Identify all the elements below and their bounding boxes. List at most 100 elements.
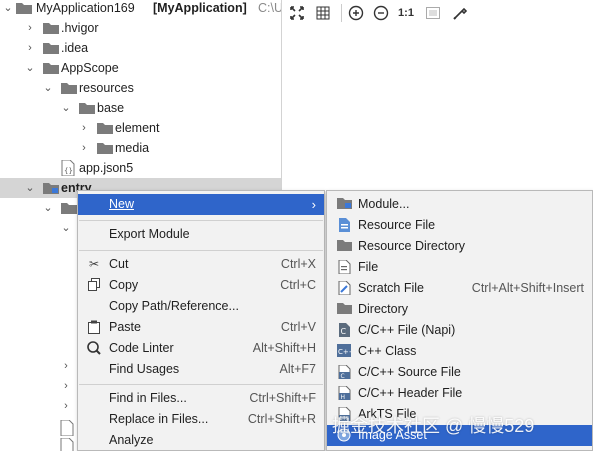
tree-item-label: .hvigor bbox=[61, 21, 99, 35]
submenu-item-label: Module... bbox=[358, 197, 410, 211]
actual-size-icon[interactable]: 1:1 bbox=[396, 3, 416, 23]
menu-item-label: Copy bbox=[109, 278, 139, 292]
submenu-item-label: Directory bbox=[358, 302, 409, 316]
folder-icon bbox=[43, 42, 59, 54]
menu-item-paste[interactable]: Paste Ctrl+V bbox=[78, 317, 324, 338]
folder-icon bbox=[79, 102, 95, 114]
context-menu: New › Export Module ✂ Cut Ctrl+X Copy Ct… bbox=[77, 190, 325, 451]
chevron-right-icon[interactable]: › bbox=[24, 38, 36, 58]
menu-item-code-linter[interactable]: Code Linter Alt+Shift+H bbox=[78, 338, 324, 359]
menu-item-shortcut: Ctrl+X bbox=[280, 257, 316, 271]
tree-item-label: resources bbox=[79, 81, 134, 95]
menu-item-export-module[interactable]: Export Module bbox=[78, 224, 324, 245]
watermark-text: 掘金技术社区 @ 慢慢529 bbox=[332, 416, 535, 436]
menu-item-shortcut: Ctrl+C bbox=[280, 278, 316, 292]
menu-item-label: Cut bbox=[109, 257, 129, 271]
menu-separator bbox=[79, 250, 323, 251]
menu-item-shortcut: Ctrl+V bbox=[280, 320, 316, 334]
submenu-item-scratch-file[interactable]: Scratch File Ctrl+Alt+Shift+Insert bbox=[327, 278, 592, 299]
submenu-item-cpp-header[interactable]: H C/C++ Header File bbox=[327, 383, 592, 404]
folder-icon bbox=[16, 2, 32, 14]
chevron-right-icon[interactable]: › bbox=[60, 396, 72, 416]
submenu-item-module[interactable]: Module... bbox=[327, 194, 592, 215]
chevron-right-icon: › bbox=[311, 197, 316, 212]
menu-item-find-in-files[interactable]: Find in Files... Ctrl+Shift+F bbox=[78, 388, 324, 409]
submenu-item-resource-directory[interactable]: Resource Directory bbox=[327, 236, 592, 257]
image-editor-toolbar: 1:1 bbox=[283, 0, 593, 26]
cpp-source-icon: C bbox=[336, 364, 352, 380]
tree-item-label: app.json5 bbox=[79, 161, 134, 175]
menu-item-shortcut: Ctrl+Shift+F bbox=[249, 391, 316, 405]
tree-item-resources[interactable]: ⌄ resources bbox=[0, 78, 281, 98]
folder-icon bbox=[43, 62, 59, 74]
zoom-out-icon[interactable] bbox=[371, 3, 391, 23]
chevron-down-icon[interactable]: ⌄ bbox=[60, 98, 72, 118]
submenu-item-label: C/C++ File (Napi) bbox=[358, 323, 456, 337]
color-picker-icon[interactable] bbox=[450, 3, 470, 23]
submenu-item-cpp-class[interactable]: C++ C++ Class bbox=[327, 341, 592, 362]
chevron-down-icon[interactable]: ⌄ bbox=[42, 78, 54, 98]
tree-item-app-json5[interactable]: {} app.json5 bbox=[0, 158, 281, 178]
menu-separator bbox=[79, 384, 323, 385]
menu-item-copy-path[interactable]: Copy Path/Reference... bbox=[78, 296, 324, 317]
fit-screen-icon[interactable] bbox=[287, 3, 307, 23]
chevron-down-icon[interactable]: ⌄ bbox=[24, 58, 36, 78]
code-linter-icon bbox=[86, 341, 102, 356]
tree-item-base[interactable]: ⌄ base bbox=[0, 98, 281, 118]
submenu-item-cpp-source[interactable]: C C/C++ Source File bbox=[327, 362, 592, 383]
folder-icon bbox=[336, 302, 352, 317]
tree-item-label: .idea bbox=[61, 41, 89, 55]
tree-row-project-root[interactable]: ⌄ MyApplication169 [MyApplication] C:\U bbox=[0, 0, 282, 18]
tree-item-element[interactable]: › element bbox=[0, 118, 281, 138]
menu-item-label: Find in Files... bbox=[109, 391, 187, 405]
menu-item-cut[interactable]: ✂ Cut Ctrl+X bbox=[78, 254, 324, 275]
folder-icon bbox=[97, 142, 113, 154]
chevron-right-icon[interactable]: › bbox=[78, 138, 90, 158]
scratch-file-icon bbox=[336, 280, 352, 296]
scissors-icon: ✂ bbox=[88, 257, 100, 271]
tree-item-media[interactable]: › media bbox=[0, 138, 281, 158]
chevron-right-icon[interactable]: › bbox=[24, 18, 36, 38]
tree-item-hvigor[interactable]: › .hvigor bbox=[0, 18, 281, 38]
zoom-in-icon[interactable] bbox=[346, 3, 366, 23]
submenu-item-directory[interactable]: Directory bbox=[327, 299, 592, 320]
submenu-item-label: C++ Class bbox=[358, 344, 417, 358]
background-icon[interactable] bbox=[423, 3, 443, 23]
menu-item-label: Find Usages bbox=[109, 362, 180, 376]
svg-text:C: C bbox=[340, 373, 344, 379]
chevron-down-icon[interactable]: ⌄ bbox=[42, 198, 54, 218]
submenu-item-cpp-napi[interactable]: C C/C++ File (Napi) bbox=[327, 320, 592, 341]
submenu-item-file[interactable]: File bbox=[327, 257, 592, 278]
menu-item-new[interactable]: New › bbox=[78, 194, 324, 215]
menu-item-label: Export Module bbox=[109, 227, 190, 241]
grid-icon[interactable] bbox=[313, 3, 333, 23]
tree-item-label: AppScope bbox=[61, 61, 119, 75]
submenu-item-label: C/C++ Header File bbox=[358, 386, 463, 400]
folder-icon bbox=[336, 239, 352, 254]
chevron-right-icon[interactable]: › bbox=[78, 118, 90, 138]
menu-item-analyze[interactable]: Analyze bbox=[78, 430, 324, 451]
chevron-down-icon[interactable]: ⌄ bbox=[60, 218, 72, 238]
cpp-header-icon: H bbox=[336, 385, 352, 401]
svg-text:C: C bbox=[340, 327, 346, 336]
svg-text:H: H bbox=[340, 394, 345, 400]
tree-item-label: base bbox=[97, 101, 125, 115]
menu-item-find-usages[interactable]: Find Usages Alt+F7 bbox=[78, 359, 324, 380]
project-module: [MyApplication] bbox=[153, 1, 247, 15]
folder-icon bbox=[61, 202, 77, 214]
submenu-item-label: Resource Directory bbox=[358, 239, 465, 253]
chevron-down-icon[interactable]: ⌄ bbox=[2, 0, 14, 18]
menu-item-copy[interactable]: Copy Ctrl+C bbox=[78, 275, 324, 296]
tree-item-appscope[interactable]: ⌄ AppScope bbox=[0, 58, 281, 78]
menu-item-shortcut: Alt+Shift+H bbox=[252, 341, 316, 355]
submenu-item-label: Resource File bbox=[358, 218, 436, 232]
json-file-icon: {} bbox=[61, 160, 75, 176]
chevron-right-icon[interactable]: › bbox=[60, 376, 72, 396]
chevron-right-icon[interactable]: › bbox=[60, 356, 72, 376]
folder-icon bbox=[97, 122, 113, 134]
project-path: C:\U bbox=[258, 1, 282, 15]
chevron-down-icon[interactable]: ⌄ bbox=[24, 178, 36, 198]
tree-item-idea[interactable]: › .idea bbox=[0, 38, 281, 58]
menu-item-replace-in-files[interactable]: Replace in Files... Ctrl+Shift+R bbox=[78, 409, 324, 430]
submenu-item-resource-file[interactable]: Resource File bbox=[327, 215, 592, 236]
